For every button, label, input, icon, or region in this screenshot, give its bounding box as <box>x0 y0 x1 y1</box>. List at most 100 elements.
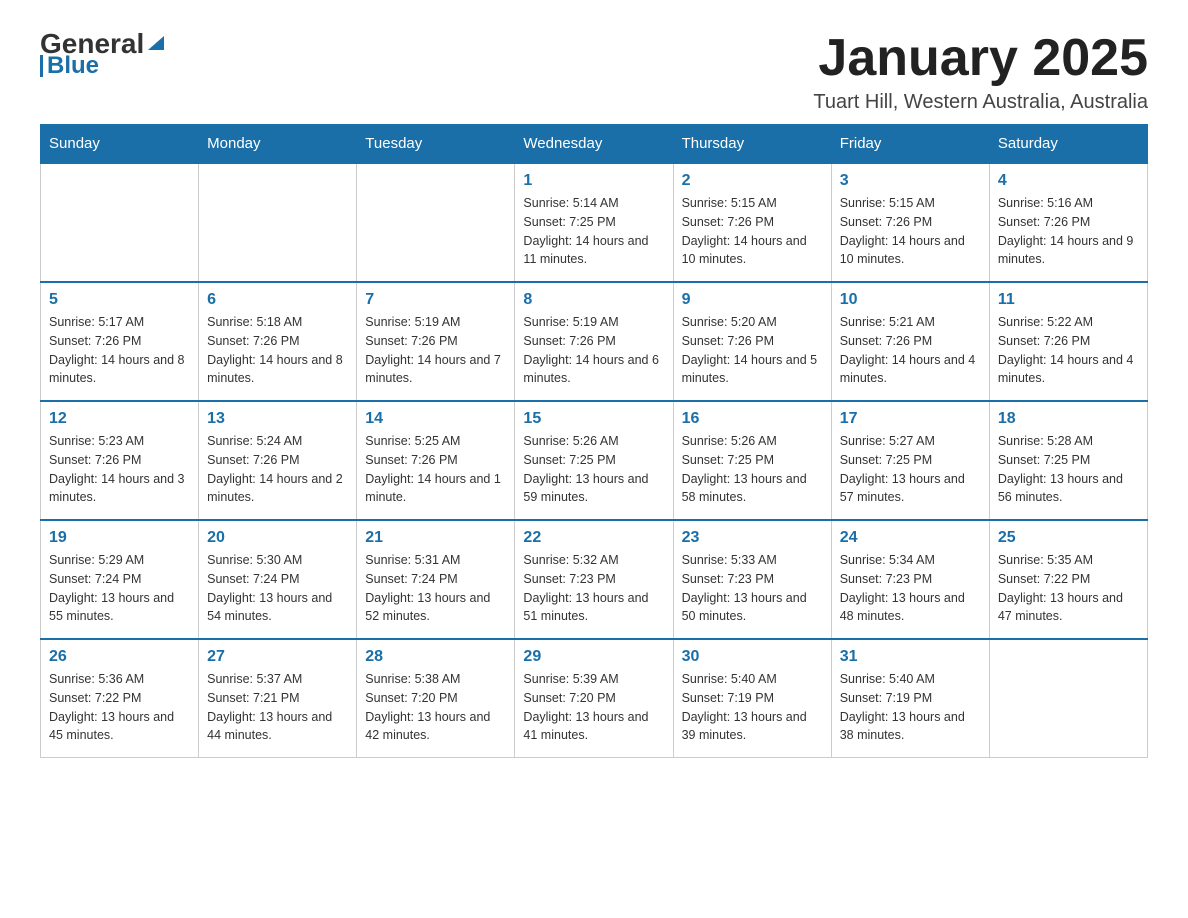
day-info: Sunrise: 5:16 AM Sunset: 7:26 PM Dayligh… <box>998 194 1139 269</box>
calendar-cell <box>357 163 515 282</box>
day-info: Sunrise: 5:20 AM Sunset: 7:26 PM Dayligh… <box>682 313 823 388</box>
day-number: 17 <box>840 410 981 428</box>
day-info: Sunrise: 5:40 AM Sunset: 7:19 PM Dayligh… <box>682 670 823 745</box>
calendar-cell <box>199 163 357 282</box>
calendar-cell: 24 Sunrise: 5:34 AM Sunset: 7:23 PM Dayli… <box>831 520 989 639</box>
day-info: Sunrise: 5:23 AM Sunset: 7:26 PM Dayligh… <box>49 432 190 507</box>
calendar-subtitle: Tuart Hill, Western Australia, Australia <box>813 91 1148 114</box>
day-number: 11 <box>998 291 1139 309</box>
day-info: Sunrise: 5:37 AM Sunset: 7:21 PM Dayligh… <box>207 670 348 745</box>
calendar-cell: 30 Sunrise: 5:40 AM Sunset: 7:19 PM Dayli… <box>673 639 831 758</box>
calendar-cell: 13Sunrise: 5:24 AM Sunset: 7:26 PM Dayli… <box>199 401 357 520</box>
day-info: Sunrise: 5:15 AM Sunset: 7:26 PM Dayligh… <box>840 194 981 269</box>
day-info: Sunrise: 5:19 AM Sunset: 7:26 PM Dayligh… <box>365 313 506 388</box>
day-info: Sunrise: 5:17 AM Sunset: 7:26 PM Dayligh… <box>49 313 190 388</box>
calendar-cell: 15Sunrise: 5:26 AM Sunset: 7:25 PM Dayli… <box>515 401 673 520</box>
day-info: Sunrise: 5:39 AM Sunset: 7:20 PM Dayligh… <box>523 670 664 745</box>
calendar-cell: 28 Sunrise: 5:38 AM Sunset: 7:20 PM Dayli… <box>357 639 515 758</box>
calendar-cell: 16 Sunrise: 5:26 AM Sunset: 7:25 PM Dayli… <box>673 401 831 520</box>
day-number: 30 <box>682 648 823 666</box>
page-header: General Blue January 2025 Tuart Hill, We… <box>40 30 1148 114</box>
header-day-friday: Friday <box>831 125 989 164</box>
day-number: 19 <box>49 529 190 547</box>
day-number: 28 <box>365 648 506 666</box>
day-number: 24 <box>840 529 981 547</box>
day-info: Sunrise: 5:15 AM Sunset: 7:26 PM Dayligh… <box>682 194 823 269</box>
calendar-cell: 26 Sunrise: 5:36 AM Sunset: 7:22 PM Dayli… <box>41 639 199 758</box>
day-info: Sunrise: 5:35 AM Sunset: 7:22 PM Dayligh… <box>998 551 1139 626</box>
header-day-wednesday: Wednesday <box>515 125 673 164</box>
day-number: 16 <box>682 410 823 428</box>
day-info: Sunrise: 5:32 AM Sunset: 7:23 PM Dayligh… <box>523 551 664 626</box>
day-number: 31 <box>840 648 981 666</box>
day-number: 1 <box>523 172 664 190</box>
calendar-table: SundayMondayTuesdayWednesdayThursdayFrid… <box>40 124 1148 758</box>
day-number: 8 <box>523 291 664 309</box>
day-number: 6 <box>207 291 348 309</box>
calendar-cell: 25 Sunrise: 5:35 AM Sunset: 7:22 PM Dayli… <box>989 520 1147 639</box>
week-row-2: 5Sunrise: 5:17 AM Sunset: 7:26 PM Daylig… <box>41 282 1148 401</box>
day-number: 26 <box>49 648 190 666</box>
day-number: 29 <box>523 648 664 666</box>
calendar-cell: 19 Sunrise: 5:29 AM Sunset: 7:24 PM Dayli… <box>41 520 199 639</box>
day-number: 12 <box>49 410 190 428</box>
day-info: Sunrise: 5:21 AM Sunset: 7:26 PM Dayligh… <box>840 313 981 388</box>
calendar-cell: 20 Sunrise: 5:30 AM Sunset: 7:24 PM Dayli… <box>199 520 357 639</box>
title-section: January 2025 Tuart Hill, Western Austral… <box>813 30 1148 114</box>
calendar-cell: 3 Sunrise: 5:15 AM Sunset: 7:26 PM Daylig… <box>831 163 989 282</box>
day-info: Sunrise: 5:30 AM Sunset: 7:24 PM Dayligh… <box>207 551 348 626</box>
calendar-cell: 10Sunrise: 5:21 AM Sunset: 7:26 PM Dayli… <box>831 282 989 401</box>
day-number: 7 <box>365 291 506 309</box>
day-number: 22 <box>523 529 664 547</box>
week-row-1: 1 Sunrise: 5:14 AM Sunset: 7:25 PM Daylig… <box>41 163 1148 282</box>
calendar-title: January 2025 <box>813 30 1148 87</box>
day-number: 4 <box>998 172 1139 190</box>
day-info: Sunrise: 5:19 AM Sunset: 7:26 PM Dayligh… <box>523 313 664 388</box>
calendar-cell: 1 Sunrise: 5:14 AM Sunset: 7:25 PM Daylig… <box>515 163 673 282</box>
day-number: 2 <box>682 172 823 190</box>
day-info: Sunrise: 5:27 AM Sunset: 7:25 PM Dayligh… <box>840 432 981 507</box>
calendar-cell <box>41 163 199 282</box>
header-day-monday: Monday <box>199 125 357 164</box>
day-number: 14 <box>365 410 506 428</box>
day-info: Sunrise: 5:29 AM Sunset: 7:24 PM Dayligh… <box>49 551 190 626</box>
calendar-cell: 6 Sunrise: 5:18 AM Sunset: 7:26 PM Daylig… <box>199 282 357 401</box>
calendar-cell: 21Sunrise: 5:31 AM Sunset: 7:24 PM Dayli… <box>357 520 515 639</box>
day-number: 23 <box>682 529 823 547</box>
day-info: Sunrise: 5:25 AM Sunset: 7:26 PM Dayligh… <box>365 432 506 507</box>
day-info: Sunrise: 5:14 AM Sunset: 7:25 PM Dayligh… <box>523 194 664 269</box>
calendar-cell: 12 Sunrise: 5:23 AM Sunset: 7:26 PM Dayli… <box>41 401 199 520</box>
day-number: 25 <box>998 529 1139 547</box>
calendar-header: SundayMondayTuesdayWednesdayThursdayFrid… <box>41 125 1148 164</box>
day-number: 18 <box>998 410 1139 428</box>
day-info: Sunrise: 5:36 AM Sunset: 7:22 PM Dayligh… <box>49 670 190 745</box>
week-row-4: 19 Sunrise: 5:29 AM Sunset: 7:24 PM Dayli… <box>41 520 1148 639</box>
day-info: Sunrise: 5:22 AM Sunset: 7:26 PM Dayligh… <box>998 313 1139 388</box>
header-day-sunday: Sunday <box>41 125 199 164</box>
day-number: 3 <box>840 172 981 190</box>
day-info: Sunrise: 5:40 AM Sunset: 7:19 PM Dayligh… <box>840 670 981 745</box>
calendar-cell: 4 Sunrise: 5:16 AM Sunset: 7:26 PM Daylig… <box>989 163 1147 282</box>
header-row: SundayMondayTuesdayWednesdayThursdayFrid… <box>41 125 1148 164</box>
day-number: 27 <box>207 648 348 666</box>
day-info: Sunrise: 5:18 AM Sunset: 7:26 PM Dayligh… <box>207 313 348 388</box>
logo-blue: Blue <box>47 54 99 78</box>
calendar-cell: 18 Sunrise: 5:28 AM Sunset: 7:25 PM Dayli… <box>989 401 1147 520</box>
calendar-body: 1 Sunrise: 5:14 AM Sunset: 7:25 PM Daylig… <box>41 163 1148 758</box>
calendar-cell: 31 Sunrise: 5:40 AM Sunset: 7:19 PM Dayli… <box>831 639 989 758</box>
calendar-cell: 2 Sunrise: 5:15 AM Sunset: 7:26 PM Daylig… <box>673 163 831 282</box>
header-day-saturday: Saturday <box>989 125 1147 164</box>
day-info: Sunrise: 5:34 AM Sunset: 7:23 PM Dayligh… <box>840 551 981 626</box>
calendar-cell: 14 Sunrise: 5:25 AM Sunset: 7:26 PM Dayli… <box>357 401 515 520</box>
day-number: 15 <box>523 410 664 428</box>
calendar-cell: 23Sunrise: 5:33 AM Sunset: 7:23 PM Dayli… <box>673 520 831 639</box>
week-row-5: 26 Sunrise: 5:36 AM Sunset: 7:22 PM Dayli… <box>41 639 1148 758</box>
day-info: Sunrise: 5:38 AM Sunset: 7:20 PM Dayligh… <box>365 670 506 745</box>
day-info: Sunrise: 5:28 AM Sunset: 7:25 PM Dayligh… <box>998 432 1139 507</box>
day-info: Sunrise: 5:26 AM Sunset: 7:25 PM Dayligh… <box>682 432 823 507</box>
calendar-cell: 22 Sunrise: 5:32 AM Sunset: 7:23 PM Dayli… <box>515 520 673 639</box>
day-info: Sunrise: 5:24 AM Sunset: 7:26 PM Dayligh… <box>207 432 348 507</box>
calendar-cell: 7 Sunrise: 5:19 AM Sunset: 7:26 PM Daylig… <box>357 282 515 401</box>
day-number: 20 <box>207 529 348 547</box>
logo-triangle-icon <box>146 32 166 52</box>
